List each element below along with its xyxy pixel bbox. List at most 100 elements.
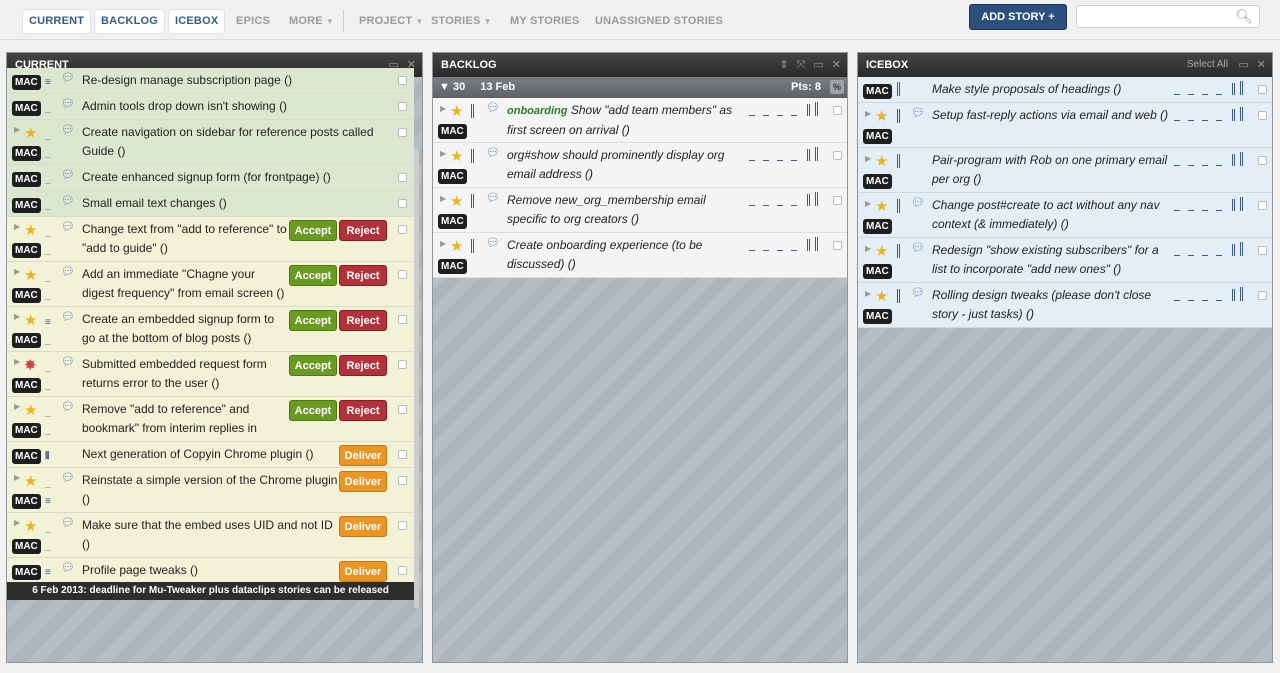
estimate-point[interactable]: [815, 237, 818, 251]
estimate-point[interactable]: [777, 115, 783, 116]
comment-icon[interactable]: 💬︎: [911, 241, 925, 254]
estimate-point[interactable]: [1174, 255, 1180, 256]
star-icon[interactable]: ★: [450, 239, 463, 254]
estimate-point[interactable]: [791, 250, 797, 251]
select-checkbox[interactable]: [398, 360, 407, 369]
estimate-point-selected[interactable]: [1232, 154, 1235, 166]
estimate-point[interactable]: [791, 115, 797, 116]
story-title[interactable]: Small email text changes (): [82, 194, 392, 213]
story-row[interactable]: ▶ ★ MAC Pair-program with Rob on one primar…: [858, 148, 1272, 193]
estimate-point[interactable]: [1188, 120, 1194, 121]
story-title[interactable]: Re-design manage subscription page (): [82, 71, 392, 90]
story-row[interactable]: ▶ ★ ≡ 💬︎ MAC _ Create an embedded signup form …: [7, 307, 414, 352]
sort-icon[interactable]: ⇕: [779, 59, 788, 71]
estimate-point[interactable]: [1240, 287, 1243, 301]
comment-icon[interactable]: 💬︎: [61, 194, 75, 207]
estimate-point[interactable]: [1216, 300, 1222, 301]
tab-my-stories[interactable]: MY STORIES: [504, 10, 585, 33]
estimate-point[interactable]: [1216, 94, 1222, 95]
star-icon[interactable]: ★: [24, 403, 37, 418]
estimate-point-selected[interactable]: [1232, 244, 1235, 256]
comment-icon[interactable]: 💬︎: [61, 561, 75, 574]
story-row[interactable]: ▶MAC≡💬︎Profile page tweaks ()Deliver: [7, 558, 414, 584]
comment-icon[interactable]: 💬︎: [61, 310, 75, 323]
star-icon[interactable]: ★: [450, 194, 463, 209]
estimate-point[interactable]: [1202, 94, 1208, 95]
story-row[interactable]: ▶ ★ 💬︎ MAC Redesign "show existing subscribe…: [858, 238, 1272, 283]
accept-button[interactable]: Accept: [289, 310, 337, 331]
collapse-icon[interactable]: ⤧: [797, 59, 806, 71]
estimate-point[interactable]: [1202, 300, 1208, 301]
accept-button[interactable]: Accept: [289, 265, 337, 286]
drag-handle[interactable]: [897, 154, 901, 168]
story-row[interactable]: MAC Make style proposals of headings (): [858, 77, 1272, 103]
select-checkbox[interactable]: [398, 225, 407, 234]
drag-handle[interactable]: [897, 199, 901, 213]
estimate-point[interactable]: [1188, 210, 1194, 211]
star-icon[interactable]: ★: [875, 199, 888, 214]
estimate-point-selected[interactable]: [807, 239, 810, 251]
star-icon[interactable]: ★: [24, 519, 37, 534]
select-checkbox[interactable]: [398, 102, 407, 111]
story-title[interactable]: Setup fast-reply actions via email and w…: [932, 106, 1170, 125]
story-row[interactable]: ▶ ★ 💬︎ MAC Rolling design tweaks (please don…: [858, 283, 1272, 328]
comment-icon[interactable]: 💬︎: [486, 236, 500, 249]
deliver-button[interactable]: Deliver: [339, 561, 387, 582]
drag-handle[interactable]: [897, 289, 901, 303]
star-icon[interactable]: ★: [450, 104, 463, 119]
drag-handle[interactable]: [897, 82, 901, 96]
tab-current[interactable]: CURRENT: [23, 10, 91, 33]
tab-more[interactable]: MORE ▼: [283, 10, 340, 33]
estimate-point[interactable]: [763, 205, 769, 206]
select-checkbox[interactable]: [833, 241, 842, 250]
estimate-point-selected[interactable]: [807, 104, 810, 116]
select-checkbox[interactable]: [398, 76, 407, 85]
estimate-point[interactable]: [763, 250, 769, 251]
story-row[interactable]: ▶ ★ _ 💬︎ MAC _ Create navigation on sidebar fo…: [7, 120, 414, 165]
estimate-point[interactable]: [1188, 300, 1194, 301]
accept-button[interactable]: Accept: [289, 355, 337, 376]
deliver-button[interactable]: Deliver: [339, 445, 387, 466]
star-icon[interactable]: ★: [24, 268, 37, 283]
estimate-point-selected[interactable]: [1232, 109, 1235, 121]
reject-button[interactable]: Reject: [339, 265, 387, 286]
comment-icon[interactable]: 💬︎: [61, 71, 75, 84]
estimate-point[interactable]: [777, 250, 783, 251]
tab-epics[interactable]: EPICS: [230, 10, 276, 33]
comment-icon[interactable]: 💬︎: [911, 196, 925, 209]
story-row[interactable]: ▶ ★ 💬︎ MAC Setup fast-reply actions via emai…: [858, 103, 1272, 148]
story-row[interactable]: ▶ ✸ _ 💬︎ MAC _ Submitted embedded request form…: [7, 352, 414, 397]
expand-icon[interactable]: ▶: [14, 473, 20, 482]
story-title[interactable]: Create an embedded signup form to go at …: [82, 310, 287, 348]
story-label[interactable]: onboarding: [507, 105, 568, 117]
deliver-button[interactable]: Deliver: [339, 471, 387, 492]
select-checkbox[interactable]: [398, 173, 407, 182]
select-checkbox[interactable]: [398, 199, 407, 208]
story-row[interactable]: ▶MAC≡💬︎Re-design manage subscription pag…: [7, 68, 414, 94]
story-title[interactable]: Profile page tweaks (): [82, 561, 342, 580]
estimate-point[interactable]: [1202, 120, 1208, 121]
story-row[interactable]: ▶ ★ _ 💬︎ MAC _ Remove "add to reference" and b…: [7, 397, 414, 454]
tab-backlog[interactable]: BACKLOG: [95, 10, 165, 33]
expand-icon[interactable]: ▶: [440, 194, 446, 203]
add-story-button[interactable]: ADD STORY +: [969, 4, 1067, 30]
expand-icon[interactable]: ▶: [440, 239, 446, 248]
story-row[interactable]: ▶MAC_💬︎Small email text changes (): [7, 191, 414, 217]
percent-toggle[interactable]: %: [830, 80, 844, 94]
story-row[interactable]: ▶MAC_💬︎Admin tools drop down isn't showi…: [7, 94, 414, 120]
estimate-point[interactable]: [1188, 94, 1194, 95]
estimate-selector[interactable]: [749, 102, 825, 116]
reject-button[interactable]: Reject: [339, 310, 387, 331]
expand-icon[interactable]: ▶: [865, 154, 871, 163]
star-icon[interactable]: ★: [450, 149, 463, 164]
comment-icon[interactable]: 💬︎: [61, 220, 75, 233]
star-icon[interactable]: ★: [875, 154, 888, 169]
select-checkbox[interactable]: [398, 270, 407, 279]
story-title[interactable]: Remove new_org_membership email specific…: [507, 191, 739, 229]
estimate-point-selected[interactable]: [1232, 83, 1235, 95]
select-checkbox[interactable]: [398, 128, 407, 137]
estimate-point[interactable]: [1216, 255, 1222, 256]
comment-icon[interactable]: 💬︎: [61, 123, 75, 136]
story-row[interactable]: ▶ ★ _ 💬︎ MAC _ Add an immediate "Chagne your d…: [7, 262, 414, 307]
estimate-point[interactable]: [749, 205, 755, 206]
